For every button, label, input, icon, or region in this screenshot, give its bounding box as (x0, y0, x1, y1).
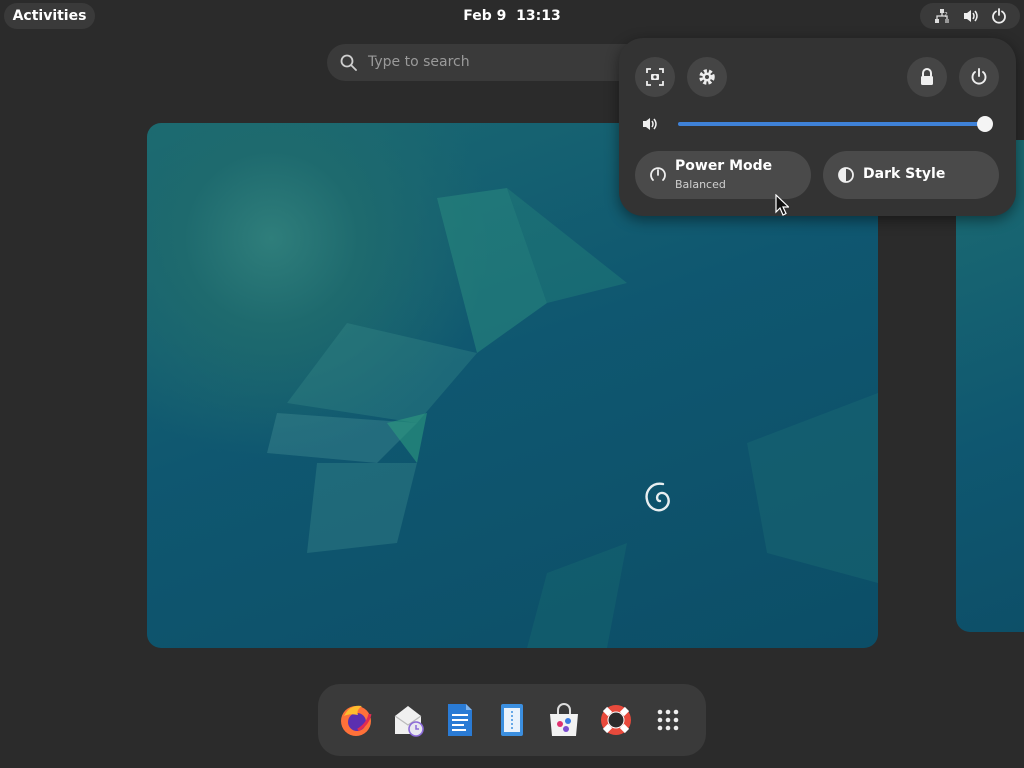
system-indicators[interactable]: ? (920, 3, 1020, 29)
power-mode-subtitle: Balanced (675, 178, 726, 191)
dock-item-software[interactable] (544, 700, 584, 740)
network-icon: ? (935, 9, 949, 23)
power-off-button[interactable] (959, 57, 999, 97)
clock-date: Feb 9 (463, 8, 507, 24)
svg-text:?: ? (944, 11, 948, 19)
mouse-cursor-icon (775, 194, 789, 216)
top-bar: Activities Feb 9 13:13 ? (0, 0, 1024, 32)
volume-icon[interactable] (641, 116, 659, 132)
show-apps-button[interactable] (648, 700, 688, 740)
writer-icon (448, 704, 472, 736)
dock-item-writer[interactable] (440, 700, 480, 740)
lock-icon (921, 68, 933, 85)
power-mode-title: Power Mode (675, 158, 773, 174)
quick-settings-menu: Power Mode Balanced Dark Style (619, 38, 1016, 216)
screenshot-icon (646, 68, 664, 86)
settings-button[interactable] (687, 57, 727, 97)
power-mode-icon (650, 167, 666, 181)
dash-dock (318, 684, 706, 756)
evolution-icon (394, 706, 424, 737)
dark-style-icon (838, 167, 854, 183)
activities-button[interactable]: Activities (4, 3, 95, 29)
clock-time: 13:13 (516, 8, 561, 24)
firefox-icon (341, 705, 372, 736)
power-icon (992, 8, 1006, 24)
power-icon (971, 68, 987, 85)
dock-item-text-editor[interactable] (492, 700, 532, 740)
volume-slider[interactable] (678, 122, 986, 126)
debian-logo (645, 482, 670, 512)
help-icon (601, 705, 631, 735)
screenshot-button[interactable] (635, 57, 675, 97)
search-icon (340, 54, 357, 71)
dark-style-title: Dark Style (863, 166, 946, 182)
software-icon (550, 703, 578, 736)
dock-item-firefox[interactable] (336, 700, 376, 740)
volume-icon (964, 10, 978, 22)
dock-item-evolution[interactable] (388, 700, 428, 740)
dark-style-toggle[interactable]: Dark Style (823, 151, 999, 199)
search-input[interactable]: Type to search (368, 44, 470, 81)
power-mode-toggle[interactable]: Power Mode Balanced (635, 151, 811, 199)
volume-slider-handle[interactable] (977, 116, 993, 132)
text-editor-icon (501, 704, 523, 736)
dock-item-help[interactable] (596, 700, 636, 740)
app-grid-icon (657, 709, 679, 731)
gear-icon (699, 69, 715, 85)
clock[interactable]: Feb 9 13:13 (462, 3, 562, 29)
lock-button[interactable] (907, 57, 947, 97)
